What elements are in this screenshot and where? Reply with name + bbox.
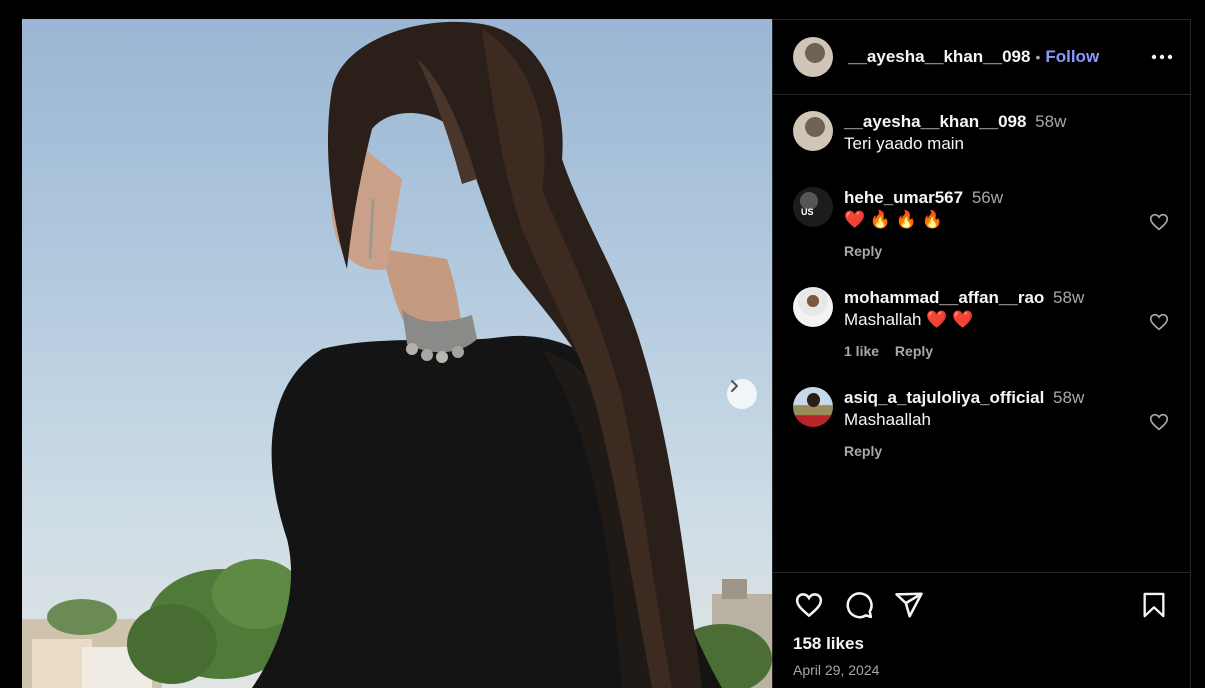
post-header: __ayesha__khan__098 • Follow <box>773 20 1190 95</box>
comment-username[interactable]: hehe_umar567 <box>844 188 963 207</box>
follow-button[interactable]: Follow <box>1045 47 1099 67</box>
post-footer: 158 likes April 29, 2024 <box>773 572 1190 688</box>
more-options-button[interactable] <box>1150 45 1174 69</box>
comment-time: 56w <box>971 188 1003 207</box>
caption-text: Teri yaado main <box>844 134 965 153</box>
caption-time: 58w <box>1035 112 1067 131</box>
comment-text: Mashaallah <box>844 410 931 429</box>
comment-item: asiq_a_tajuloliya_official 58w Mashaalla… <box>793 387 1170 459</box>
caption: __ayesha__khan__098 58w Teri yaado main <box>793 111 1170 155</box>
like-count[interactable]: 158 likes <box>793 634 1170 654</box>
photo-illustration <box>22 21 772 688</box>
heart-icon[interactable] <box>1148 411 1170 433</box>
chevron-right-icon <box>731 380 738 392</box>
commenter-avatar[interactable] <box>793 287 833 327</box>
author-username[interactable]: __ayesha__khan__098 <box>848 47 1030 67</box>
commenter-avatar[interactable] <box>793 387 833 427</box>
more-icon <box>1151 54 1173 60</box>
post-photo[interactable] <box>22 19 772 688</box>
action-bar <box>793 589 1170 621</box>
comment-username[interactable]: mohammad__affan__rao <box>844 288 1044 307</box>
share-icon <box>895 592 923 618</box>
avatar-badge: US <box>801 207 814 217</box>
comment-text: ❤️ 🔥 🔥 🔥 <box>844 210 943 229</box>
like-button[interactable] <box>793 589 825 621</box>
comment-username[interactable]: asiq_a_tajuloliya_official <box>844 388 1044 407</box>
comment-icon <box>846 592 873 619</box>
separator-dot: • <box>1035 49 1041 65</box>
heart-icon <box>795 593 823 618</box>
save-button[interactable] <box>1138 589 1170 621</box>
comment-time: 58w <box>1053 288 1085 307</box>
comment-item: mohammad__affan__rao 58w Mashallah ❤️ ❤️… <box>793 287 1170 359</box>
comment-item: US hehe_umar567 56w ❤️ 🔥 🔥 🔥 Reply <box>793 187 1170 259</box>
caption-username[interactable]: __ayesha__khan__098 <box>844 112 1026 131</box>
comment-text: Mashallah ❤️ ❤️ <box>844 310 974 329</box>
heart-icon[interactable] <box>1148 211 1170 233</box>
post-date[interactable]: April 29, 2024 <box>793 662 1170 678</box>
comment-button[interactable] <box>843 589 875 621</box>
share-button[interactable] <box>893 589 925 621</box>
reply-button[interactable]: Reply <box>844 443 882 459</box>
post-modal: __ayesha__khan__098 • Follow __ayesha__k… <box>22 19 1193 688</box>
next-photo-button[interactable] <box>727 379 757 409</box>
comments-list: __ayesha__khan__098 58w Teri yaado main … <box>773 95 1190 459</box>
commenter-avatar[interactable]: US <box>793 187 833 227</box>
like-count[interactable]: 1 like <box>844 343 879 359</box>
caption-avatar[interactable] <box>793 111 833 151</box>
comment-time: 58w <box>1053 388 1085 407</box>
reply-button[interactable]: Reply <box>844 243 882 259</box>
reply-button[interactable]: Reply <box>895 343 933 359</box>
post-side-panel: __ayesha__khan__098 • Follow __ayesha__k… <box>772 19 1191 688</box>
bookmark-icon <box>1143 592 1165 618</box>
heart-icon[interactable] <box>1148 311 1170 333</box>
author-avatar[interactable] <box>793 37 833 77</box>
